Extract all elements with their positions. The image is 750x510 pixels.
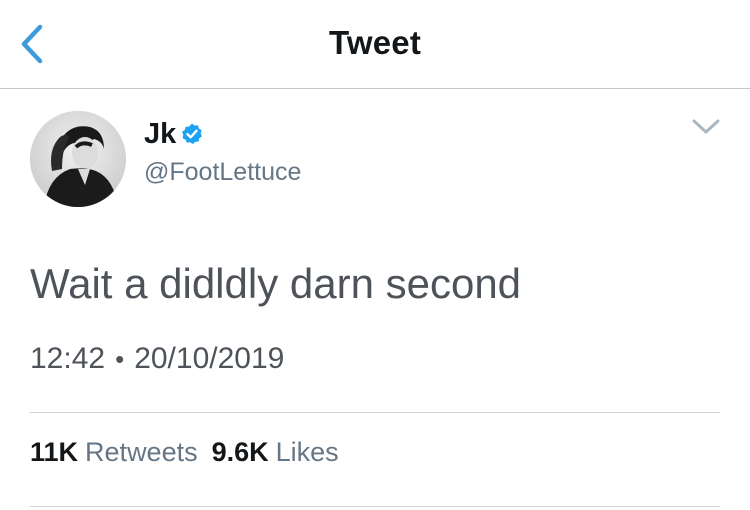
likes-stat[interactable]: 9.6K Likes xyxy=(212,437,339,468)
tweet-text: Wait a didldly darn second xyxy=(30,260,522,307)
display-name[interactable]: Jk xyxy=(144,118,176,151)
retweets-count: 11K xyxy=(30,437,79,467)
page-title: Tweet xyxy=(328,24,422,61)
likes-label: Likes xyxy=(275,437,339,467)
likes-count: 9.6K xyxy=(211,437,269,467)
tweet-time: 12:42 xyxy=(30,342,106,375)
profile-photo xyxy=(30,111,126,207)
retweets-label: Retweets xyxy=(85,437,198,467)
author-name-row: Jk xyxy=(144,116,204,152)
engagement-stats: 11K Retweets 9.6K Likes xyxy=(30,437,353,468)
tweet-options-button[interactable] xyxy=(686,112,726,142)
chevron-down-icon xyxy=(692,119,720,134)
divider xyxy=(30,412,720,413)
divider xyxy=(30,506,720,507)
tweet-timestamp: 12:42 • 20/10/2019 xyxy=(30,342,284,376)
navigation-bar: Tweet xyxy=(0,0,750,89)
avatar[interactable] xyxy=(30,111,126,207)
separator-dot: • xyxy=(115,343,125,374)
user-handle[interactable]: @FootLettuce xyxy=(144,158,301,187)
verified-badge-icon xyxy=(180,122,204,146)
tweet-date: 20/10/2019 xyxy=(134,342,285,375)
retweets-stat[interactable]: 11K Retweets xyxy=(30,437,198,468)
